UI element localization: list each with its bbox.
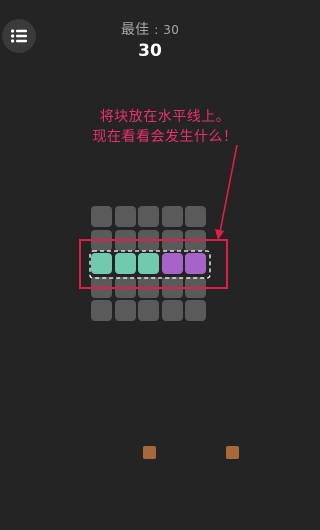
board-cell-empty[interactable] — [185, 229, 206, 251]
tray-piece-left[interactable] — [143, 446, 156, 459]
board-cell-empty[interactable] — [185, 300, 206, 321]
board-cell-empty[interactable] — [91, 229, 112, 251]
best-score-value: 30 — [163, 23, 180, 37]
tutorial-hint-line-2: 现在看看会发生什么！ — [92, 129, 238, 145]
board-cell-empty[interactable] — [138, 276, 159, 298]
board-cell-empty[interactable] — [114, 206, 136, 227]
board-cell-purple[interactable] — [185, 253, 206, 274]
board-cell-empty[interactable] — [138, 206, 159, 227]
board-cell-empty[interactable] — [114, 229, 136, 251]
board-cell-empty[interactable] — [161, 300, 183, 321]
board-cell-empty[interactable] — [185, 206, 206, 227]
board-cell-empty[interactable] — [114, 276, 136, 298]
current-score: 30 — [138, 41, 162, 61]
game-screen: 最佳 : 30 30 将块放在水平线上。 现在看看会发生什么！ — [0, 0, 300, 530]
board-cell-empty[interactable] — [138, 229, 159, 251]
board-cell-teal[interactable] — [114, 253, 136, 274]
board-cell-purple[interactable] — [161, 253, 183, 274]
pointer-arrow-head — [215, 229, 224, 240]
tray-piece-right[interactable] — [226, 446, 239, 459]
tutorial-hint-line-1: 将块放在水平线上。 — [99, 109, 231, 125]
game-board[interactable] — [91, 206, 211, 326]
board-cell-empty[interactable] — [161, 206, 183, 227]
board-cell-empty[interactable] — [138, 300, 159, 321]
board-cell-teal[interactable] — [91, 253, 112, 274]
board-cell-empty[interactable] — [91, 300, 112, 321]
pointer-arrow-line — [219, 144, 238, 233]
best-score: 最佳 : 30 — [0, 19, 300, 39]
best-score-label: 最佳 — [120, 22, 150, 38]
board-cell-empty[interactable] — [185, 276, 206, 298]
board-cell-empty[interactable] — [91, 206, 112, 227]
board-cell-empty[interactable] — [91, 276, 112, 298]
tutorial-hint: 将块放在水平线上。 现在看看会发生什么！ — [70, 107, 260, 147]
best-score-separator: : — [154, 23, 159, 37]
board-cell-empty[interactable] — [161, 276, 183, 298]
board-cell-empty[interactable] — [161, 229, 183, 251]
board-cell-teal[interactable] — [138, 253, 159, 274]
board-cell-empty[interactable] — [114, 300, 136, 321]
